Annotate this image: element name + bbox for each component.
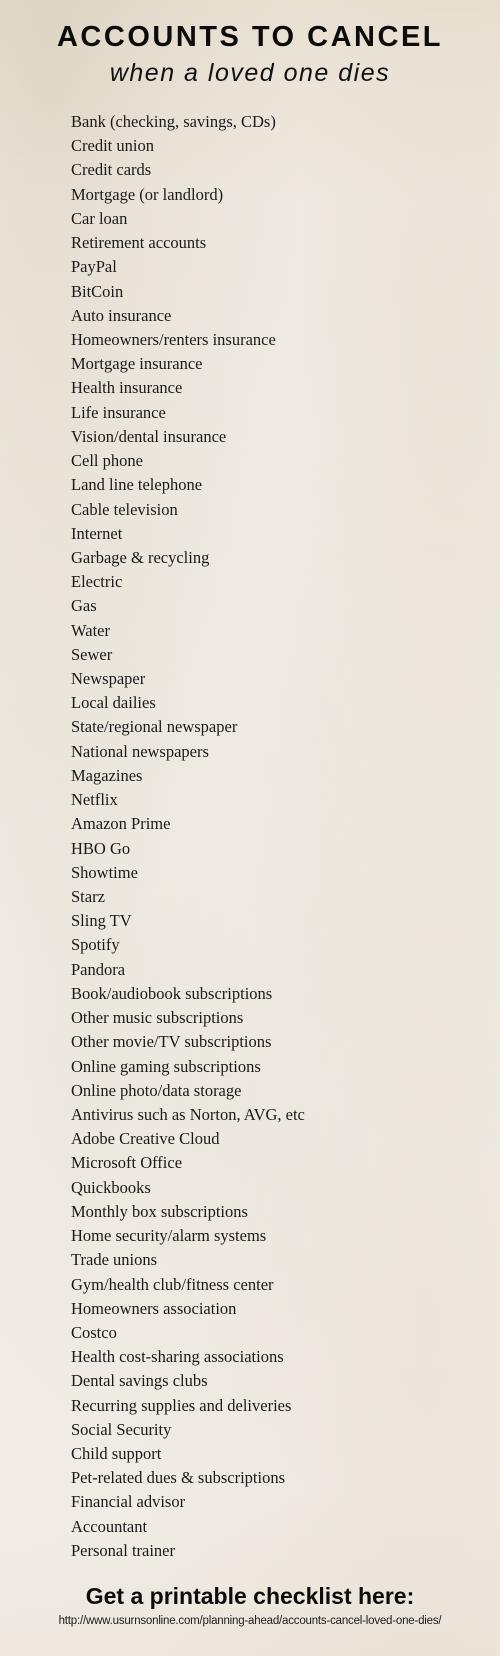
account-list-item: Monthly box subscriptions [71, 1201, 248, 1221]
account-list-item: Costco [71, 1322, 117, 1342]
account-list-item: Life insurance [71, 402, 166, 422]
accounts-list: Bank (checking, savings, CDs) Credit unio… [71, 110, 305, 1563]
account-list-item: Credit union [71, 136, 154, 156]
account-list-item: Quickbooks [71, 1177, 151, 1197]
account-list-item: Other movie/TV subscriptions [71, 1032, 272, 1052]
account-list-item: Starz [71, 887, 105, 906]
account-list-item: Microsoft Office [71, 1153, 183, 1173]
account-list-item: Pandora [71, 959, 126, 979]
account-list-item: Amazon Prime [71, 814, 171, 834]
account-list-item: Financial advisor [71, 1492, 186, 1512]
account-list-item: State/regional newspaper [71, 717, 238, 737]
account-list-item: Newspaper [71, 669, 146, 689]
account-list-item: Homeowners/renters insurance [71, 329, 276, 349]
account-list-item: Other music subscriptions [71, 1008, 244, 1028]
account-list-item: Electric [71, 572, 123, 592]
account-list-item: Mortgage (or landlord) [71, 184, 224, 204]
account-list-item: Dental savings clubs [71, 1371, 208, 1391]
account-list-item: Car loan [71, 208, 128, 228]
account-list-item: Cable television [71, 499, 178, 519]
account-list-item: Auto insurance [71, 305, 172, 325]
account-list-item: HBO Go [71, 838, 131, 858]
account-list-item: Home security/alarm systems [71, 1226, 267, 1246]
account-list-item: Recurring supplies and deliveries [71, 1395, 292, 1415]
account-list-item: Gym/health club/fitness center [71, 1274, 274, 1294]
account-list-item: Online photo/data storage [71, 1080, 242, 1100]
account-list-item: Homeowners association [71, 1298, 237, 1318]
account-list-item: Accountant [71, 1516, 148, 1536]
account-list-item: Sewer [71, 644, 113, 664]
account-list-item: Pet-related dues & subscriptions [71, 1468, 286, 1488]
account-list-item: Book/audiobook subscriptions [71, 983, 273, 1003]
account-list-item: Antivirus such as Norton, AVG, etc [71, 1104, 305, 1124]
account-list-item: Magazines [71, 765, 143, 785]
account-list-item: Gas [71, 596, 97, 616]
account-list-item: Showtime [71, 862, 138, 882]
account-list-item: PayPal [71, 257, 117, 277]
account-list-item: Health insurance [71, 378, 183, 398]
account-list-item: Netflix [71, 790, 118, 810]
checklist-page: ACCOUNTS TO CANCEL when a loved one dies… [0, 0, 500, 1656]
account-list-item: Cell phone [71, 451, 143, 471]
account-list-item: Internet [71, 523, 123, 543]
account-list-item: Child support [71, 1444, 162, 1464]
account-list-item: Spotify [71, 935, 120, 955]
account-list-item: Vision/dental insurance [71, 426, 227, 446]
account-list-item: Garbage & recycling [71, 547, 210, 567]
account-list-item: BitCoin [71, 281, 124, 301]
page-subtitle: when a loved one dies [109, 59, 391, 87]
account-list-item: Personal trainer [71, 1540, 176, 1560]
account-list-item: Local dailies [71, 693, 156, 713]
account-list-item: Sling TV [71, 911, 132, 931]
account-list-item: Water [71, 620, 110, 640]
account-list-item: Adobe Creative Cloud [71, 1129, 220, 1149]
printable-checklist-heading: Get a printable checklist here: [85, 1583, 415, 1609]
page-title: ACCOUNTS TO CANCEL [56, 21, 444, 53]
account-list-item: Health cost-sharing associations [71, 1347, 284, 1367]
checklist-url-link[interactable]: http://www.usurnsonline.com/planning-ahe… [0, 1614, 500, 1628]
account-list-item: Social Security [71, 1419, 172, 1439]
account-list-item: Retirement accounts [71, 233, 207, 253]
account-list-item: Mortgage insurance [71, 354, 203, 374]
account-list-item: Online gaming subscriptions [71, 1056, 261, 1076]
account-list-item: National newspapers [71, 741, 209, 761]
account-list-item: Credit cards [71, 160, 152, 180]
account-list-item: Bank (checking, savings, CDs) [71, 112, 276, 131]
account-list-item: Land line telephone [71, 475, 203, 495]
account-list-item: Trade unions [71, 1250, 158, 1270]
